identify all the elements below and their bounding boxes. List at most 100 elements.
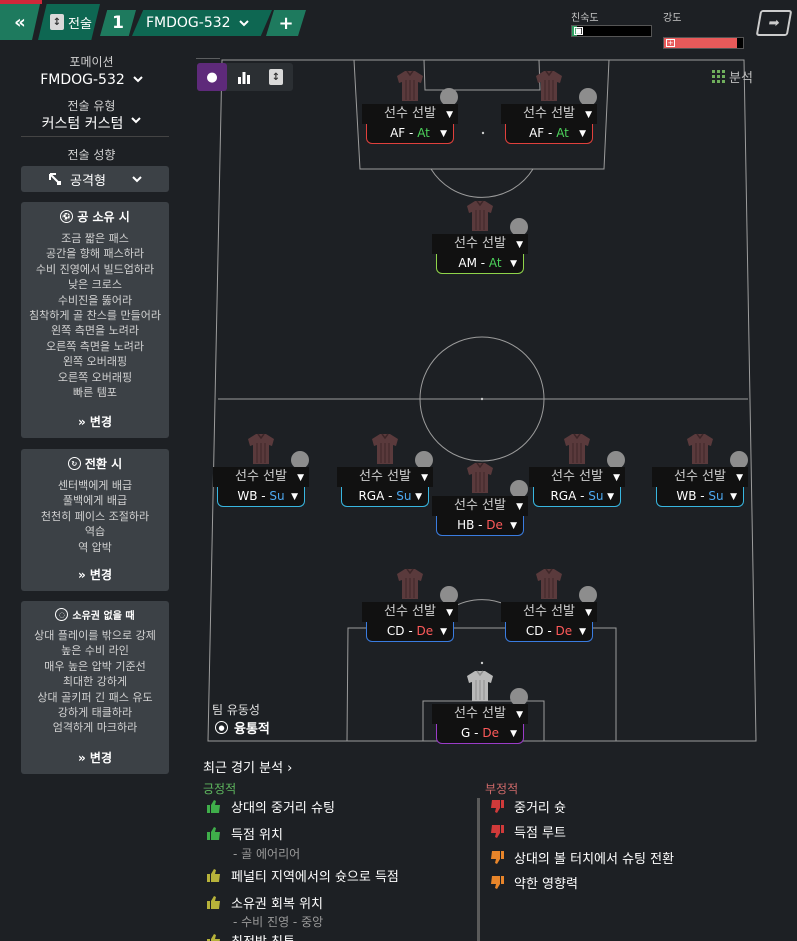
tactic-board-icon: ↕ [269, 69, 283, 85]
instruction-item: 엄격하게 마크하라 [52, 721, 138, 735]
in-transition-title: 전환 시 [84, 457, 123, 471]
tactic-type-select[interactable]: 커스텀 커스텀 [0, 113, 183, 133]
instruction-item: 천천히 페이스 조절하라 [40, 509, 150, 523]
role-select-dropdown[interactable]: AF - At ▼ [505, 124, 593, 144]
player-select-dropdown[interactable]: 선수 선발 ▼ [652, 467, 748, 487]
analysis-label: 분석 [729, 70, 753, 86]
familiarity-meter[interactable]: ■ [571, 25, 652, 37]
duty-label: De [555, 624, 573, 638]
intensity-meter[interactable]: + [663, 37, 744, 49]
instruction-item: 높은 수비 라인 [61, 644, 129, 658]
player-select-dropdown[interactable]: 선수 선발 ▼ [432, 234, 528, 254]
thumbs-up-icon [207, 934, 220, 941]
formation-dropdown[interactable]: FMDOG-532 [132, 10, 272, 36]
player-select-label: 선수 선발 [523, 604, 575, 619]
positive-item: 소유권 회복 위치 [207, 893, 323, 912]
positive-item-text: 최전방 침투 [231, 931, 295, 941]
player-select-dropdown[interactable]: 선수 선발 ▼ [432, 496, 528, 516]
duty-label: De [482, 726, 499, 740]
instruction-item: 오른쪽 오버래핑 [57, 370, 133, 384]
thumbs-up-icon [207, 800, 220, 813]
player-slot-rga[interactable]: 선수 선발 ▼ RGA - Su ▼ [529, 433, 625, 511]
person-circle-icon: ● [206, 69, 218, 85]
role-select-dropdown[interactable]: WB - Su ▼ [217, 487, 305, 507]
caret-down-icon: ▼ [510, 521, 517, 531]
instruction-item: 수비진을 뚫어라 [57, 293, 133, 307]
player-slot-af[interactable]: 선수 선발 ▼ AF - At ▼ [362, 70, 458, 148]
out-of-possession-title: 소유권 없을 때 [72, 611, 135, 622]
player-select-dropdown[interactable]: 선수 선발 ▼ [432, 704, 528, 724]
role-select-dropdown[interactable]: RGA - Su ▼ [533, 487, 621, 507]
tactic-slot-number: 1 [112, 13, 124, 33]
positive-item: 득점 위치 [207, 824, 283, 843]
player-select-dropdown[interactable]: 선수 선발 ▼ [501, 104, 597, 124]
recent-analysis-link[interactable]: 최근 경기 분석 › [203, 757, 292, 776]
out-of-possession-change-button[interactable]: » 변경 [21, 749, 169, 766]
instruction-item: 매우 높은 압박 기준선 [44, 659, 146, 673]
caret-down-icon: ▼ [607, 492, 614, 502]
negative-item-text: 중거리 슛 [514, 801, 566, 816]
tactic-view-button[interactable]: ↕ [261, 63, 291, 91]
player-slot-cd[interactable]: 선수 선발 ▼ CD - De ▼ [501, 568, 597, 646]
player-slot-am[interactable]: 선수 선발 ▼ AM - At ▼ [432, 200, 528, 278]
formation-select[interactable]: FMDOG-532 [0, 72, 183, 88]
caret-down-icon: ▼ [510, 729, 517, 739]
instruction-item: 센터백에게 배급 [57, 479, 133, 492]
role-label: CD [386, 624, 405, 638]
player-slot-g[interactable]: 선수 선발 ▼ G - De ▼ [432, 670, 528, 748]
player-select-dropdown[interactable]: 선수 선발 ▼ [362, 104, 458, 124]
player-slot-hb[interactable]: 선수 선발 ▼ HB - De ▼ [432, 462, 528, 540]
exit-button[interactable]: ➡ [755, 10, 793, 36]
analysis-button[interactable]: 분석 [712, 65, 764, 87]
role-select-dropdown[interactable]: AM - At ▼ [436, 254, 524, 274]
role-select-dropdown[interactable]: HB - De ▼ [436, 516, 524, 536]
player-slot-wb[interactable]: 선수 선발 ▼ WB - Su ▼ [652, 433, 748, 511]
caret-down-icon: ▼ [516, 502, 523, 512]
player-select-dropdown[interactable]: 선수 선발 ▼ [213, 467, 309, 487]
shirt-icon [397, 568, 423, 599]
double-chevron-right-icon: » [77, 568, 86, 582]
instruction-item: 수비 진영에서 빌드업하라 [35, 262, 155, 276]
negative-item-text: 득점 루트 [514, 826, 566, 841]
player-select-label: 선수 선발 [674, 469, 726, 484]
player-select-label: 선수 선발 [454, 706, 506, 721]
negative-item: 중거리 슛 [490, 797, 566, 816]
player-select-dropdown[interactable]: 선수 선발 ▼ [337, 467, 433, 487]
intensity-icon: + [666, 39, 675, 47]
player-slot-af[interactable]: 선수 선발 ▼ AF - At ▼ [501, 70, 597, 148]
player-select-dropdown[interactable]: 선수 선발 ▼ [362, 602, 458, 622]
in-transition-list: 센터백에게 배급 풀백에게 배급 천천히 페이스 조절하라 역습 역 압박 [21, 478, 169, 555]
role-select-dropdown[interactable]: CD - De ▼ [505, 622, 593, 642]
player-slot-cd[interactable]: 선수 선발 ▼ CD - De ▼ [362, 568, 458, 646]
in-possession-header: ⚽ 공 소유 시 [21, 208, 169, 225]
player-slot-rga[interactable]: 선수 선발 ▼ RGA - Su ▼ [337, 433, 433, 511]
analysis-divider [477, 798, 480, 941]
player-select-dropdown[interactable]: 선수 선발 ▼ [529, 467, 625, 487]
mentality-select[interactable]: 공격형 [21, 166, 169, 192]
role-select-dropdown[interactable]: RGA - Su ▼ [341, 487, 429, 507]
player-select-dropdown[interactable]: 선수 선발 ▼ [501, 602, 597, 622]
caret-down-icon: ▼ [730, 492, 737, 502]
role-label: HB [457, 518, 475, 532]
in-possession-panel: ⚽ 공 소유 시 조금 짧은 패스 공간을 향해 패스하라 수비 진영에서 빌드업하라… [21, 202, 169, 438]
negative-item: 득점 루트 [490, 822, 566, 841]
positive-item-text: 페널티 지역에서의 슛으로 득점 [231, 870, 399, 885]
role-select-dropdown[interactable]: AF - At ▼ [366, 124, 454, 144]
formation-select-value: FMDOG-532 [40, 72, 125, 88]
shirt-icon [397, 70, 423, 101]
instruction-item: 역 압박 [78, 540, 112, 554]
stats-view-button[interactable] [229, 63, 259, 91]
player-view-button[interactable]: ● [197, 63, 227, 91]
target-icon: ● [215, 721, 228, 734]
tactic-tab[interactable]: ↕ 전술 [38, 4, 100, 40]
role-select-dropdown[interactable]: G - De ▼ [436, 724, 524, 744]
positive-heading: 긍정적 [203, 782, 237, 796]
fluidity-value[interactable]: ● 융통적 [215, 718, 270, 737]
in-possession-change-button[interactable]: » 변경 [21, 413, 169, 430]
in-transition-change-button[interactable]: » 변경 [21, 566, 169, 583]
positive-item-text: 상대의 중거리 슈팅 [231, 801, 335, 816]
role-select-dropdown[interactable]: WB - Su ▼ [656, 487, 744, 507]
negative-item-text: 상대의 볼 터치에서 슈팅 전환 [514, 852, 675, 867]
role-select-dropdown[interactable]: CD - De ▼ [366, 622, 454, 642]
player-slot-wb[interactable]: 선수 선발 ▼ WB - Su ▼ [213, 433, 309, 511]
